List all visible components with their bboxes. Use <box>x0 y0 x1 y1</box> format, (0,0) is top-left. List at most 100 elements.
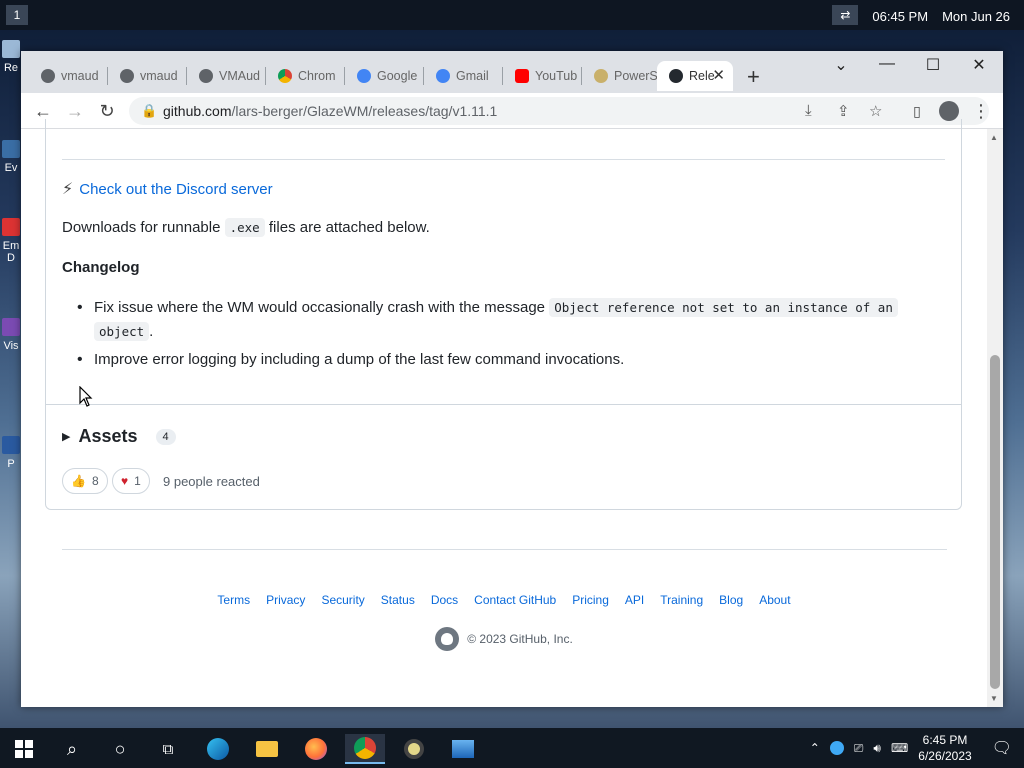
desktop-icon-recycle-bin[interactable]: Re <box>0 40 22 74</box>
footer-link-pricing[interactable]: Pricing <box>572 593 609 607</box>
lightning-icon: ⚡ <box>62 181 74 198</box>
assets-label: Assets <box>78 426 138 446</box>
punctuation: . <box>149 323 154 340</box>
tab-search-chevron-icon[interactable]: ⌄ <box>827 55 855 75</box>
tray-overflow-chevron-icon[interactable]: ⌃ <box>810 741 820 755</box>
url-host: github.com <box>163 103 232 119</box>
lock-icon[interactable]: 🔒 <box>141 103 157 119</box>
footer-link-training[interactable]: Training <box>660 593 703 607</box>
divider <box>45 404 962 405</box>
scroll-thumb[interactable] <box>990 355 1000 689</box>
workspace-indicator[interactable]: 1 <box>6 5 28 25</box>
footer-link-docs[interactable]: Docs <box>431 593 458 607</box>
bookmark-star-icon[interactable]: ☆ <box>869 102 882 120</box>
notification-icon[interactable]: 🗨︎ <box>992 738 1012 758</box>
copyright-text: © 2023 GitHub, Inc. <box>467 632 573 646</box>
tab-label: Chrom <box>298 69 336 83</box>
desktop-icon-ev[interactable]: Ev <box>0 140 22 174</box>
menu-kebab-icon[interactable]: ⋮ <box>969 99 993 123</box>
tab-label: PowerS <box>614 69 658 83</box>
reactions-summary[interactable]: 9 people reacted <box>163 474 260 489</box>
tab-github-release[interactable]: Rele ✕ <box>657 61 733 91</box>
heart-reaction[interactable]: ♥ 1 <box>112 468 150 494</box>
inline-code: .exe <box>224 218 265 237</box>
scroll-down-arrow-icon[interactable]: ▼ <box>990 694 998 703</box>
url-text[interactable]: github.com/lars-berger/GlazeWM/releases/… <box>163 103 497 119</box>
new-tab-button[interactable]: + <box>747 64 760 90</box>
taskbar-clock[interactable]: 6:45 PM 6/26/2023 <box>918 732 971 764</box>
desktop-icon-label: Re <box>3 62 19 74</box>
tray-app-icon[interactable] <box>829 741 844 755</box>
footer-links: Terms Privacy Security Status Docs Conta… <box>21 593 987 607</box>
clock-date: 6/26/2023 <box>918 749 972 763</box>
desktop-icon-em[interactable]: Em D <box>0 218 22 264</box>
install-icon[interactable]: ⤓ <box>805 102 812 119</box>
windows-logo-icon <box>15 740 33 758</box>
tab-chrome-store[interactable]: Chrom <box>266 61 344 91</box>
desktop-icon-label: P <box>7 458 15 470</box>
minimize-button[interactable]: — <box>873 55 901 73</box>
url-path: /lars-berger/GlazeWM/releases/tag/v1.11.… <box>231 103 498 119</box>
changelog-item: Fix issue where the WM would occasionall… <box>77 296 924 344</box>
tab-close-icon[interactable]: ✕ <box>712 66 725 84</box>
changelog-item-text: Fix issue where the WM would occasionall… <box>94 299 546 316</box>
scroll-up-arrow-icon[interactable]: ▲ <box>990 133 998 142</box>
footer-link-contact[interactable]: Contact GitHub <box>474 593 556 607</box>
footer-link-privacy[interactable]: Privacy <box>266 593 305 607</box>
tab-powershell[interactable]: PowerS <box>582 61 660 91</box>
volume-icon[interactable]: 🔊︎ <box>873 741 881 756</box>
chrome-taskbar-icon[interactable] <box>345 734 385 764</box>
downloads-text: Downloads for runnable <box>62 219 221 236</box>
tab-youtube[interactable]: YouTub <box>503 61 581 91</box>
media-player-icon[interactable] <box>394 734 434 764</box>
footer-link-api[interactable]: API <box>625 593 644 607</box>
cortana-icon[interactable]: ○ <box>100 734 140 764</box>
search-icon[interactable]: ⌕ <box>52 734 92 764</box>
tab-vmaud-1[interactable]: vmaud <box>29 61 107 91</box>
maximize-button[interactable]: ☐ <box>919 55 947 75</box>
tab-label: YouTub <box>535 69 578 83</box>
desktop-icon-p[interactable]: P <box>0 436 22 470</box>
discord-link[interactable]: ⚡ Check out the Discord server <box>62 179 273 199</box>
github-logo-icon[interactable] <box>435 627 460 651</box>
desktop-icon-label: Ev <box>4 162 18 174</box>
status-time: 06:45 PM <box>872 8 929 24</box>
edge-icon[interactable] <box>198 734 238 764</box>
share-icon[interactable]: ⇪ <box>837 102 850 120</box>
vertical-scrollbar[interactable]: ▲ ▼ <box>987 129 1003 707</box>
network-icon[interactable]: ⎚ <box>854 741 864 756</box>
footer-divider <box>62 549 947 550</box>
chrome-window: vmaud vmaud VMAud Chrom Google Gmail You… <box>21 51 1003 707</box>
tab-gmail[interactable]: Gmail <box>424 61 502 91</box>
footer-link-security[interactable]: Security <box>321 593 364 607</box>
changelog-heading: Changelog <box>62 259 140 276</box>
footer-link-about[interactable]: About <box>759 593 790 607</box>
footer-link-terms[interactable]: Terms <box>217 593 250 607</box>
changelog-item-text: Improve error logging by including a dum… <box>94 351 625 368</box>
tab-label: Gmail <box>456 69 489 83</box>
page-content: ⚡ Check out the Discord server Downloads… <box>21 119 987 707</box>
task-view-icon[interactable]: ⧉ <box>148 734 188 764</box>
footer-link-blog[interactable]: Blog <box>719 593 743 607</box>
tab-vmaud-3[interactable]: VMAud <box>187 61 265 91</box>
start-button[interactable] <box>4 734 44 764</box>
discord-link-text[interactable]: Check out the Discord server <box>79 181 272 198</box>
firefox-icon[interactable] <box>296 734 336 764</box>
close-window-button[interactable]: ✕ <box>965 55 993 75</box>
layout-toggle-icon[interactable]: ⇄ <box>832 5 859 25</box>
assets-toggle[interactable]: ▶ Assets 4 <box>62 426 176 447</box>
desktop-icon-label: Em D <box>2 240 20 264</box>
footer-copyright: © 2023 GitHub, Inc. <box>21 627 987 651</box>
tab-google[interactable]: Google <box>345 61 423 91</box>
mouse-cursor-icon <box>79 386 93 407</box>
thumbs-up-icon: 👍 <box>71 474 86 488</box>
file-explorer-icon[interactable] <box>247 734 287 764</box>
thumbs-up-reaction[interactable]: 👍 8 <box>62 468 108 494</box>
photos-icon[interactable] <box>443 734 483 764</box>
tab-vmaud-2[interactable]: vmaud <box>108 61 186 91</box>
keyboard-icon[interactable]: ⌨ <box>891 741 908 755</box>
tab-label: Rele <box>689 69 715 83</box>
youtube-icon <box>515 69 529 83</box>
desktop-icon-vis[interactable]: Vis <box>0 318 22 352</box>
footer-link-status[interactable]: Status <box>381 593 415 607</box>
